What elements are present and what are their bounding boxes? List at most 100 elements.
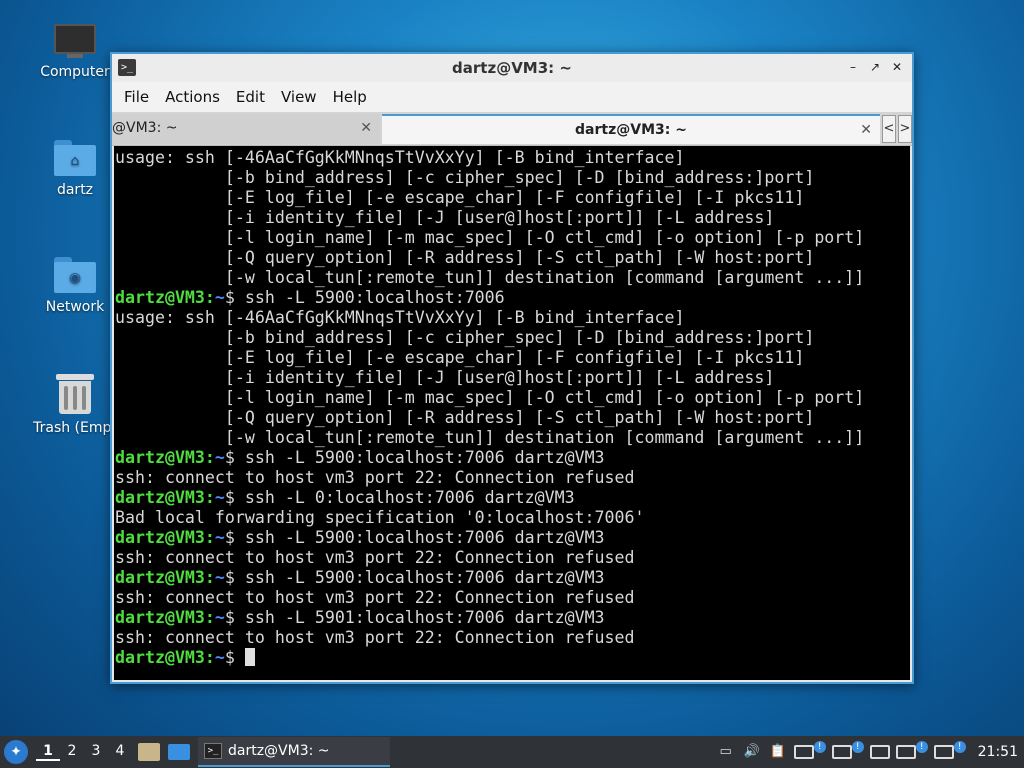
- terminal-prompt-line: dartz@VM3:~$ ssh -L 5900:localhost:7006 …: [115, 448, 605, 467]
- clock[interactable]: 21:51: [978, 744, 1018, 760]
- network-icon[interactable]: [793, 745, 814, 759]
- workspace-1[interactable]: 1: [36, 743, 60, 761]
- prompt-user-host: dartz@VM3: [115, 288, 205, 307]
- terminal-output-line: [-i identity_file] [-J [user@]host[:port…: [115, 368, 775, 387]
- terminal-prompt-line: dartz@VM3:~$ ssh -L 5900:localhost:7006: [115, 288, 505, 307]
- file-manager-launcher-icon[interactable]: [138, 743, 160, 761]
- app-menu-icon[interactable]: ✦: [4, 740, 28, 764]
- workspace-3[interactable]: 3: [84, 743, 108, 761]
- tab-label: @VM3: ~: [112, 120, 178, 136]
- tab-close-icon[interactable]: ✕: [360, 114, 372, 142]
- tab-scroll-left-button[interactable]: <: [882, 115, 896, 143]
- terminal-output-line: [-w local_tun[:remote_tun]] destination …: [115, 428, 865, 447]
- desktop-icon-network[interactable]: ◉ Network: [27, 257, 123, 315]
- network-icon[interactable]: [933, 745, 954, 759]
- prompt-command: $ ssh -L 5900:localhost:7006: [224, 288, 505, 307]
- prompt-command: $ ssh -L 5901:localhost:7006 dartz@VM3: [224, 608, 605, 627]
- system-tray: ▭ 🔊 📋 ! ! ! ! 21:51: [716, 736, 1024, 768]
- show-desktop-icon[interactable]: [168, 744, 190, 760]
- terminal-output-line: Bad local forwarding specification '0:lo…: [115, 508, 645, 527]
- prompt-path: ~: [214, 528, 225, 547]
- terminal-output-line: ssh: connect to host vm3 port 22: Connec…: [115, 468, 635, 487]
- prompt-path: ~: [214, 648, 225, 667]
- storage-icon[interactable]: ▭: [716, 743, 736, 761]
- menu-file[interactable]: File: [116, 88, 157, 106]
- clipboard-icon[interactable]: 📋: [768, 743, 788, 761]
- prompt-command: $: [224, 648, 245, 667]
- window-titlebar[interactable]: >_ dartz@VM3: ~ – ↗ ✕: [112, 54, 912, 82]
- tab-1[interactable]: @VM3: ~ ✕: [112, 114, 380, 144]
- desktop-icon-label: Computer: [40, 64, 110, 80]
- tab-bar: @VM3: ~ ✕ dartz@VM3: ~ ✕ < >: [112, 112, 912, 146]
- tab-close-icon[interactable]: ✕: [860, 116, 872, 144]
- network-folder-icon: ◉: [54, 257, 96, 293]
- terminal-output-line: usage: ssh [-46AaCfGgKkMNnqsTtVvXxYy] [-…: [115, 308, 685, 327]
- prompt-path: ~: [214, 608, 225, 627]
- menu-help[interactable]: Help: [325, 88, 375, 106]
- network-icon[interactable]: [895, 745, 916, 759]
- workspace-switcher: 1 2 3 4: [36, 743, 132, 761]
- task-label: dartz@VM3: ~: [228, 743, 330, 759]
- notification-badge-icon: !: [813, 741, 826, 753]
- terminal-prompt-line: dartz@VM3:~$ ssh -L 5900:localhost:7006 …: [115, 528, 605, 547]
- terminal-output-line: [-E log_file] [-e escape_char] [-F confi…: [115, 188, 805, 207]
- prompt-path: ~: [214, 488, 225, 507]
- tab-scroll-right-button[interactable]: >: [898, 115, 912, 143]
- terminal-output-line: ssh: connect to host vm3 port 22: Connec…: [115, 588, 635, 607]
- maximize-button[interactable]: ↗: [866, 58, 884, 76]
- terminal-output-line: [-l login_name] [-m mac_spec] [-O ctl_cm…: [115, 228, 865, 247]
- trash-icon: [56, 374, 94, 414]
- terminal-cursor: [244, 648, 255, 666]
- tab-2[interactable]: dartz@VM3: ~ ✕: [382, 114, 880, 144]
- terminal-icon: >_: [204, 743, 222, 759]
- terminal-output[interactable]: usage: ssh [-46AaCfGgKkMNnqsTtVvXxYy] [-…: [114, 146, 910, 680]
- terminal-output-line: [-E log_file] [-e escape_char] [-F confi…: [115, 348, 805, 367]
- terminal-prompt-line: dartz@VM3:~$ ssh -L 5901:localhost:7006 …: [115, 608, 605, 627]
- taskbar: ✦ 1 2 3 4 >_ dartz@VM3: ~ ▭ 🔊 📋 ! ! ! ! …: [0, 736, 1024, 768]
- notification-badge-icon: !: [915, 741, 928, 753]
- notification-badge-icon: !: [851, 741, 864, 753]
- prompt-path: ~: [214, 288, 225, 307]
- terminal-output-line: [-Q query_option] [-R address] [-S ctl_p…: [115, 408, 815, 427]
- workspace-4[interactable]: 4: [108, 743, 132, 761]
- terminal-output-line: [-b bind_address] [-c cipher_spec] [-D […: [115, 328, 815, 347]
- desktop-icon-label: Trash (Empt: [33, 420, 117, 436]
- terminal-output-line: usage: ssh [-46AaCfGgKkMNnqsTtVvXxYy] [-…: [115, 148, 685, 167]
- minimize-button[interactable]: –: [844, 58, 862, 76]
- close-button[interactable]: ✕: [888, 58, 906, 76]
- computer-icon: [54, 24, 96, 58]
- terminal-output-line: [-Q query_option] [-R address] [-S ctl_p…: [115, 248, 815, 267]
- desktop-icon-trash[interactable]: Trash (Empt: [27, 374, 123, 436]
- prompt-command: $ ssh -L 5900:localhost:7006 dartz@VM3: [224, 448, 605, 467]
- menu-view[interactable]: View: [273, 88, 325, 106]
- desktop-icon-label: dartz: [56, 182, 94, 198]
- desktop-icon-label: Network: [45, 299, 105, 315]
- menu-actions[interactable]: Actions: [157, 88, 228, 106]
- prompt-path: ~: [214, 448, 225, 467]
- network-icon[interactable]: [831, 745, 852, 759]
- terminal-prompt-line: dartz@VM3:~$ ssh -L 0:localhost:7006 dar…: [115, 488, 575, 507]
- terminal-output-line: ssh: connect to host vm3 port 22: Connec…: [115, 628, 635, 647]
- terminal-output-line: ssh: connect to host vm3 port 22: Connec…: [115, 548, 635, 567]
- workspace-2[interactable]: 2: [60, 743, 84, 761]
- prompt-user-host: dartz@VM3: [115, 448, 205, 467]
- terminal-output-line: [-l login_name] [-m mac_spec] [-O ctl_cm…: [115, 388, 865, 407]
- terminal-output-line: [-w local_tun[:remote_tun]] destination …: [115, 268, 865, 287]
- volume-icon[interactable]: 🔊: [742, 743, 762, 761]
- desktop-icon-home[interactable]: ⌂ dartz: [27, 140, 123, 198]
- prompt-user-host: dartz@VM3: [115, 488, 205, 507]
- terminal-prompt-line: dartz@VM3:~$: [115, 648, 910, 668]
- prompt-user-host: dartz@VM3: [115, 528, 205, 547]
- prompt-user-host: dartz@VM3: [115, 648, 205, 667]
- taskbar-task-terminal[interactable]: >_ dartz@VM3: ~: [198, 737, 390, 767]
- window-title: dartz@VM3: ~: [452, 59, 572, 77]
- terminal-window: >_ dartz@VM3: ~ – ↗ ✕ File Actions Edit …: [110, 52, 914, 684]
- menu-edit[interactable]: Edit: [228, 88, 273, 106]
- menu-bar: File Actions Edit View Help: [112, 82, 912, 112]
- terminal-output-line: [-i identity_file] [-J [user@]host[:port…: [115, 208, 775, 227]
- prompt-command: $ ssh -L 5900:localhost:7006 dartz@VM3: [224, 528, 605, 547]
- home-folder-icon: ⌂: [54, 140, 96, 176]
- network-icon[interactable]: [869, 745, 890, 759]
- desktop-icon-computer[interactable]: Computer: [27, 24, 123, 80]
- notification-badge-icon: !: [953, 741, 966, 753]
